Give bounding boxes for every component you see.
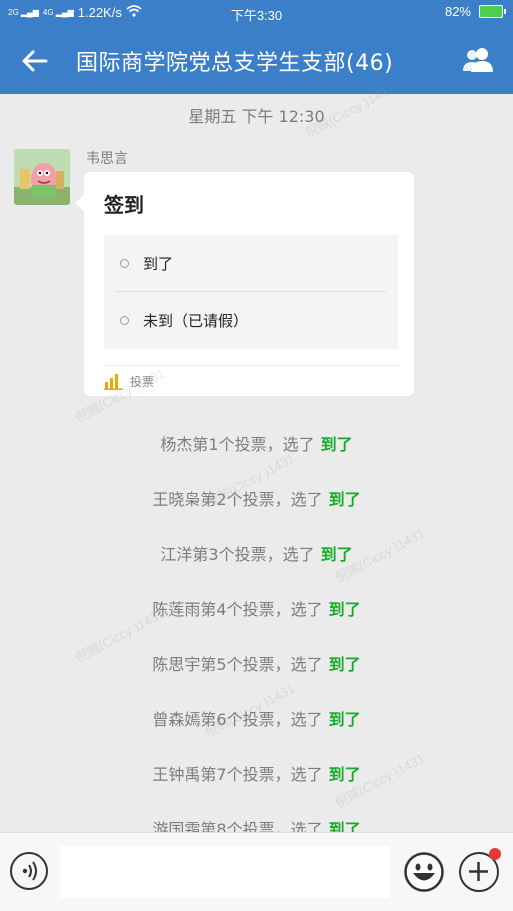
vote-message: 陈莲雨第4个投票，选了 到了 [152,600,361,619]
card-divider [104,365,398,366]
battery-icon [479,5,506,18]
input-bar [0,832,513,911]
poll-option-label: 未到（已请假） [143,311,249,330]
poll-option[interactable]: 到了 [104,235,398,291]
battery-percent: 82% [444,4,471,19]
vote-message: 杨杰第1个投票，选了 到了 [160,435,353,454]
message-input[interactable] [60,846,390,898]
notification-dot [489,848,501,860]
status-time: 下午3:30 [230,8,283,23]
poll-options: 到了 未到（已请假） [104,235,398,349]
vote-message: 陈思宇第5个投票，选了 到了 [152,655,361,674]
sender-name: 韦思言 [86,151,128,167]
chat-timestamp: 星期五 下午 12:30 [188,107,325,126]
group-members-icon[interactable] [461,46,497,74]
status-right: 82% [444,4,506,19]
poll-option[interactable]: 未到（已请假） [104,292,398,348]
sender-avatar[interactable] [14,149,70,205]
add-more-button[interactable] [459,848,501,892]
radio-icon [120,315,129,325]
poll-title: 签到 [104,193,144,217]
chat-title: 国际商学院党总支学生支部(46) [76,51,394,76]
voice-input-button[interactable] [10,852,48,890]
chat-header: 国际商学院党总支学生支部(46) [0,26,513,94]
vote-message: 王钟禹第7个投票，选了 到了 [152,765,361,784]
poll-option-label: 到了 [143,254,174,273]
back-arrow-icon[interactable] [20,46,50,76]
radio-icon [120,258,129,268]
emoji-icon[interactable] [404,852,444,892]
poll-card[interactable]: 签到 到了 未到（已请假） 投票 [75,172,414,396]
vote-message: 曾森嫣第6个投票，选了 到了 [152,710,361,729]
status-bar: 2G ▂▄▆ 4G ▂▄▆ 1.22K/s 下午3:30 82% [0,0,513,26]
vote-message: 王晓枭第2个投票，选了 到了 [152,490,361,509]
vote-message: 江洋第3个投票，选了 到了 [160,545,353,564]
